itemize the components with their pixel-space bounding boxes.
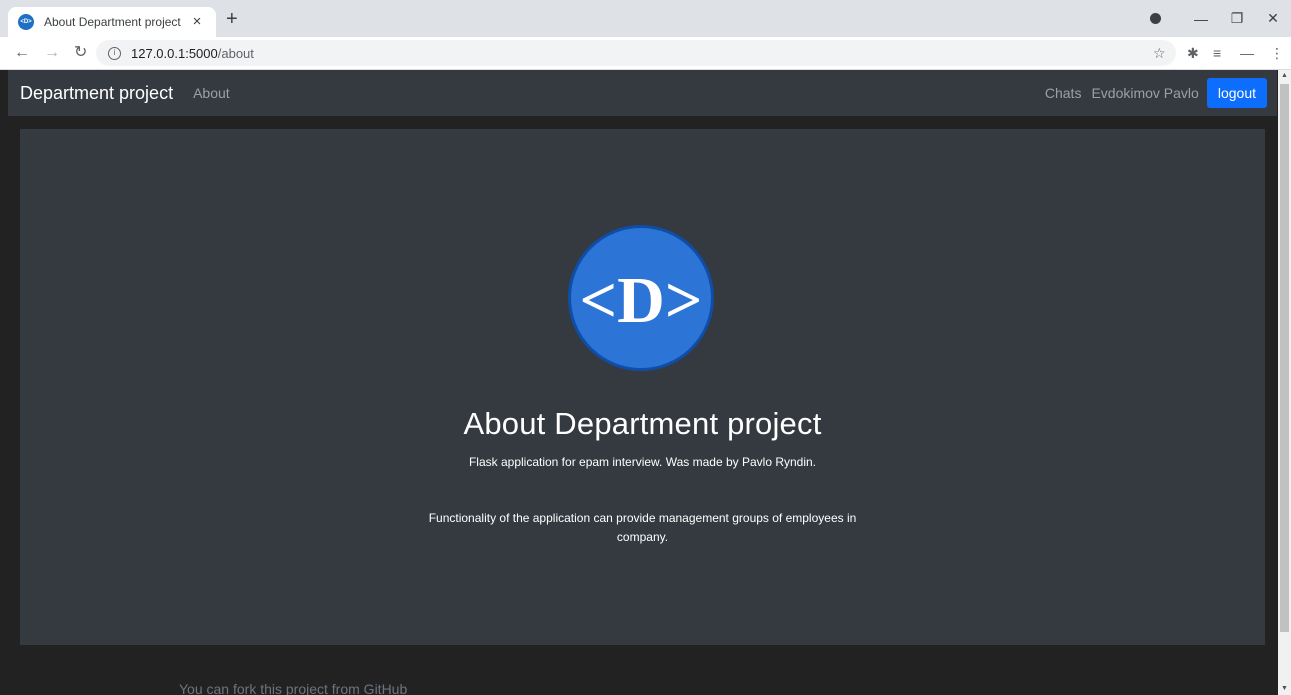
scroll-thumb[interactable] <box>1280 84 1289 632</box>
tab-title: About Department project <box>44 15 181 29</box>
navbar-right: Chats Evdokimov Pavlo logout <box>1045 78 1277 108</box>
star-icon[interactable]: ☆ <box>1153 45 1166 61</box>
record-icon[interactable] <box>1147 11 1183 27</box>
profile-icon[interactable]: — <box>1240 45 1254 61</box>
close-window-button[interactable]: ✕ <box>1255 10 1291 27</box>
logout-button[interactable]: logout <box>1206 78 1267 108</box>
department-logo-icon: <D> <box>568 225 714 371</box>
navbar-brand[interactable]: Department project <box>20 83 173 104</box>
info-icon[interactable]: i <box>108 46 121 60</box>
menu-icon[interactable]: ⋮ <box>1270 45 1284 61</box>
footer-github-text[interactable]: You can fork this project from GitHub <box>179 681 407 695</box>
page-title: About Department project <box>463 406 822 441</box>
nav-link-user[interactable]: Evdokimov Pavlo <box>1091 85 1198 101</box>
forward-arrow-icon[interactable]: → <box>44 43 60 63</box>
back-arrow-icon[interactable]: ← <box>14 43 30 63</box>
vertical-scrollbar[interactable]: ▲ ▼ <box>1278 70 1291 695</box>
extensions-icon[interactable]: ✱ <box>1187 45 1199 61</box>
nav-link-about[interactable]: About <box>193 85 230 101</box>
page-viewport: Department project About Chats Evdokimov… <box>0 70 1291 695</box>
reading-list-icon[interactable]: ≡ <box>1213 45 1221 61</box>
window-controls: — ❐ ✕ <box>1147 0 1291 37</box>
url-text: 127.0.0.1:5000/about <box>131 45 254 61</box>
minimize-button[interactable]: — <box>1183 11 1219 27</box>
nav-link-chats[interactable]: Chats <box>1045 85 1082 101</box>
browser-tab-strip: <D> About Department project × + — ❐ ✕ <box>0 0 1291 37</box>
browser-tab[interactable]: <D> About Department project × <box>8 7 216 37</box>
page-subtitle: Flask application for epam interview. Wa… <box>468 455 817 469</box>
tab-close-icon[interactable]: × <box>188 13 206 31</box>
scroll-up-icon[interactable]: ▲ <box>1278 70 1291 82</box>
address-bar[interactable]: i 127.0.0.1:5000/about <box>96 40 1176 66</box>
favicon-icon: <D> <box>18 14 34 30</box>
scroll-down-icon[interactable]: ▼ <box>1278 683 1291 695</box>
reload-icon[interactable]: ↻ <box>74 43 87 63</box>
page-description: Functionality of the application can pro… <box>428 511 857 544</box>
new-tab-button[interactable]: + <box>226 9 238 29</box>
browser-toolbar: ← → ↻ i 127.0.0.1:5000/about ☆ ✱ ≡ — ⋮ <box>0 37 1291 70</box>
restore-button[interactable]: ❐ <box>1219 10 1255 27</box>
navbar: Department project About Chats Evdokimov… <box>8 70 1277 116</box>
about-jumbotron: <D> About Department project Flask appli… <box>20 129 1265 645</box>
logo-text: <D> <box>580 264 703 337</box>
